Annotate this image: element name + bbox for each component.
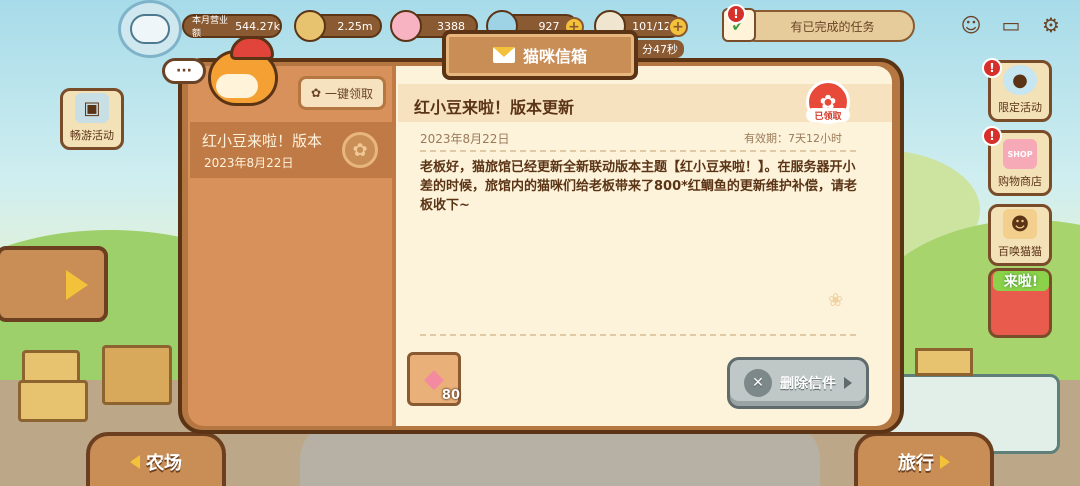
- limited-event-label: 限定活动: [998, 101, 1042, 114]
- mail-body: 老板好，猫旅馆已经更新全新联动版本主题【红小豆来啦！】。在服务器开小差的时候，旅…: [420, 160, 857, 213]
- coin-counter: 2.25m: [294, 10, 382, 42]
- speech-bubble: ···: [162, 58, 206, 84]
- cat-face-icon: ☻: [1003, 209, 1037, 239]
- travel-event-button[interactable]: ▣ 畅游活动: [60, 88, 124, 150]
- delete-mail-button[interactable]: ✕ 删除信件: [727, 357, 869, 409]
- shop-label: 购物商店: [998, 175, 1042, 188]
- claimed-label: 已领取: [806, 108, 850, 122]
- mail-list-pane: [188, 66, 396, 426]
- task-bar[interactable]: 有已完成的任务: [740, 10, 915, 42]
- business-value: 544.27k: [235, 19, 280, 33]
- coin-value: 2.25m: [337, 19, 373, 33]
- bubble-dots: ···: [176, 63, 192, 79]
- player-avatar[interactable]: [118, 0, 182, 58]
- avatar-cat-icon: [130, 14, 170, 44]
- expand-left-panel-button[interactable]: [0, 246, 108, 322]
- mailbox-title: 猫咪信箱: [522, 47, 587, 66]
- shop-sign: SHOP: [1007, 149, 1033, 159]
- travel-label: 旅行: [898, 453, 934, 474]
- shop-alert-icon: !: [982, 126, 1002, 146]
- coming-event-banner[interactable]: 来啦!: [988, 268, 1052, 338]
- claim-all-label: 一键领取: [325, 86, 374, 101]
- farm-label: 农场: [146, 453, 182, 474]
- fish-icon: [390, 10, 422, 42]
- crate: [102, 345, 172, 405]
- arrow-left-icon: [130, 455, 140, 469]
- arrow-right-icon: [66, 270, 88, 300]
- mail-detail-title: 红小豆来啦！版本更新: [414, 98, 575, 117]
- add-stamina-button[interactable]: +: [668, 17, 688, 37]
- mail-detail-date: 2023年8月22日: [420, 132, 510, 146]
- summon-label: 百唤猫猫: [998, 245, 1042, 258]
- bus-luggage: [915, 348, 973, 376]
- timer-value: 分47秒: [642, 43, 678, 56]
- travel-button[interactable]: 旅行: [854, 432, 994, 486]
- summon-cat-button[interactable]: ☻ 百唤猫猫: [988, 204, 1052, 266]
- arrow-right-icon: [844, 377, 852, 389]
- paw-badge-icon: ✿: [342, 132, 378, 168]
- mail-item-title: 红小豆来啦！版本: [202, 132, 323, 150]
- timer-chip: 分47秒: [636, 40, 684, 58]
- coming-label: 来啦!: [993, 271, 1049, 291]
- add-friend-icon[interactable]: ☺: [956, 10, 986, 40]
- divider: [420, 334, 856, 336]
- limited-event-alert-icon: !: [982, 58, 1002, 78]
- mailbox-title-plate: 猫咪信箱: [442, 30, 638, 80]
- delete-label: 删除信件: [780, 376, 836, 392]
- gift-card-icon[interactable]: ▭: [996, 10, 1026, 40]
- trash-cat-icon: ✕: [744, 369, 772, 397]
- claim-all-button[interactable]: ✿ 一键领取: [298, 76, 386, 110]
- travel-event-label: 畅游活动: [70, 129, 114, 142]
- balloon-icon: ●: [1003, 65, 1037, 95]
- mascot-cat: [200, 34, 286, 116]
- paw-prints-icon: ❀: [828, 290, 844, 311]
- coin-icon: [294, 10, 326, 42]
- mail-list-item[interactable]: 红小豆来啦！版本 2023年8月22日 ✿: [190, 122, 394, 178]
- task-alert-icon: !: [726, 4, 746, 24]
- farm-button[interactable]: 农场: [86, 432, 226, 486]
- shop-icon: SHOP: [1003, 139, 1037, 169]
- envelope-icon: [492, 47, 515, 63]
- crate: [18, 380, 88, 422]
- cat-hat: [230, 36, 274, 60]
- arrow-right-icon: [940, 455, 950, 469]
- mail-item-date: 2023年8月22日: [204, 156, 294, 170]
- ticket-event-icon: ▣: [75, 93, 109, 123]
- cat-face: [216, 74, 258, 98]
- paw-icon: ✿: [310, 86, 322, 100]
- mail-expiry: 有效期：7天12小时: [744, 132, 842, 145]
- settings-gear-icon[interactable]: ⚙: [1036, 10, 1066, 40]
- reward-count: 80: [441, 388, 460, 403]
- divider: [420, 150, 856, 152]
- task-label: 有已完成的任务: [790, 19, 875, 34]
